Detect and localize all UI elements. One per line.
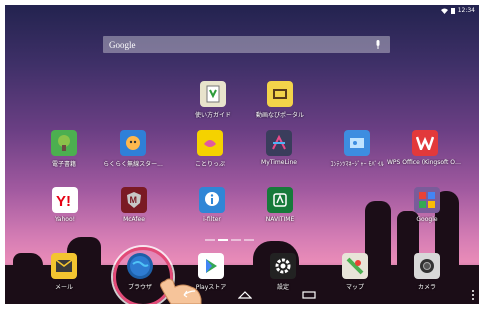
app-kotoripp[interactable]: ことりっぷ [172, 130, 248, 168]
map-icon [342, 253, 368, 279]
info-icon [199, 187, 225, 213]
home-screen: 12:34 Google 使い方ガイド 動画なびポータル 電子書籍 らくらく無線… [5, 5, 479, 304]
navitime-icon [267, 187, 293, 213]
app-label: WPS Office (Kingsoft Offi... [387, 159, 463, 166]
recents-icon [302, 290, 316, 299]
wifi-icon [440, 8, 448, 14]
search-placeholder: Google [109, 39, 136, 50]
svg-text:Y!: Y! [56, 193, 71, 208]
menu-dot [472, 298, 474, 300]
contents-manager-icon [344, 130, 370, 156]
app-label: i-filter [203, 216, 221, 223]
app-label: McAfee [123, 216, 145, 223]
mcafee-shield-icon: M [121, 187, 147, 213]
app-wps-office[interactable]: WPS Office (Kingsoft Offi... [387, 130, 463, 166]
gear-icon [270, 253, 296, 279]
page-dot [231, 239, 241, 241]
page-dot [244, 239, 254, 241]
app-google-folder[interactable]: Google [389, 187, 465, 223]
app-label: Google [416, 216, 438, 223]
app-mytimeline[interactable]: MyTimeLine [241, 130, 317, 166]
globe-icon [127, 253, 153, 279]
menu-dot [472, 294, 474, 296]
navigation-bar [5, 284, 479, 304]
google-search-bar[interactable]: Google [103, 36, 390, 53]
app-wireless-start[interactable]: らくらく無線スター... [95, 130, 171, 168]
app-yahoo[interactable]: Y! Yahoo! [27, 187, 103, 223]
kotori-icon [197, 130, 223, 156]
app-guide[interactable]: 使い方ガイド [175, 81, 251, 119]
back-icon [183, 290, 196, 298]
app-navitime[interactable]: NAVITIME [242, 187, 318, 223]
app-label: ｺﾝﾃﾝﾂﾏﾈｰｼﾞｬｰ ﾓﾊﾞｲﾙ [330, 161, 384, 168]
app-label: MyTimeLine [261, 159, 297, 166]
app-contents-manager[interactable]: ｺﾝﾃﾝﾂﾏﾈｰｼﾞｬｰ ﾓﾊﾞｲﾙ [319, 130, 395, 168]
page-indicator [205, 239, 254, 241]
battery-icon [450, 7, 455, 14]
home-icon [238, 290, 252, 299]
svg-text:M: M [130, 195, 138, 205]
timeline-icon [266, 130, 292, 156]
app-video-portal[interactable]: 動画なびポータル [242, 81, 318, 119]
back-button[interactable] [181, 288, 197, 300]
ebook-icon [51, 130, 77, 156]
app-label: 使い方ガイド [194, 112, 231, 119]
film-icon [267, 81, 293, 107]
yahoo-icon: Y! [52, 187, 78, 213]
guide-icon [200, 81, 226, 107]
page-dot [205, 239, 215, 241]
wireless-icon [120, 130, 146, 156]
wps-icon [412, 130, 438, 156]
app-label: NAVITIME [265, 216, 295, 223]
page-dot-active [218, 239, 228, 241]
camera-icon [414, 253, 440, 279]
status-bar: 12:34 [440, 7, 475, 14]
app-label: らくらく無線スター... [103, 161, 163, 168]
app-label: 電子書籍 [51, 161, 76, 168]
status-time: 12:34 [457, 7, 475, 14]
folder-icon [414, 187, 440, 213]
device-frame: 12:34 Google 使い方ガイド 動画なびポータル 電子書籍 らくらく無線… [0, 0, 484, 309]
app-label: 動画なびポータル [255, 112, 304, 119]
menu-dot [472, 290, 474, 292]
app-mcafee[interactable]: M McAfee [96, 187, 172, 223]
app-label: ことりっぷ [194, 161, 225, 168]
recents-button[interactable] [301, 288, 317, 300]
app-ifilter[interactable]: i-filter [174, 187, 250, 223]
app-label: Yahoo! [54, 216, 76, 223]
home-button[interactable] [237, 288, 253, 300]
microphone-icon[interactable] [372, 39, 384, 51]
mail-icon [51, 253, 77, 279]
app-ebook[interactable]: 電子書籍 [26, 130, 102, 168]
overflow-menu-button[interactable] [472, 290, 475, 300]
